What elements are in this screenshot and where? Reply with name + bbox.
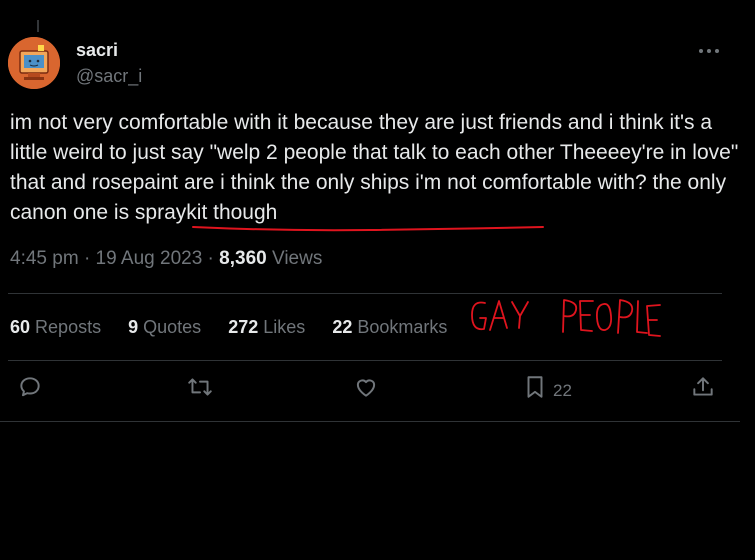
action-bar: 22 xyxy=(0,370,740,410)
likes-stat[interactable]: 272 Likes xyxy=(228,317,305,337)
like-heart-icon[interactable] xyxy=(353,374,379,400)
quotes-count: 9 xyxy=(128,317,139,337)
divider xyxy=(8,293,722,294)
views-label: Views xyxy=(271,248,323,269)
divider xyxy=(0,421,740,422)
reposts-stat[interactable]: 60 Reposts xyxy=(10,317,101,337)
reply-icon[interactable] xyxy=(17,374,43,400)
meta-separator: · xyxy=(83,248,91,269)
tweet-date[interactable]: 19 Aug 2023 xyxy=(96,248,203,269)
likes-label: Likes xyxy=(263,317,306,337)
views-count: 8,360 xyxy=(219,248,267,269)
meta-separator: · xyxy=(207,248,214,269)
author-display-name[interactable]: sacri xyxy=(76,40,118,61)
handwritten-gay-people xyxy=(471,299,661,337)
computer-mascot-icon xyxy=(8,37,60,89)
tweet-time[interactable]: 4:45 pm xyxy=(10,248,79,269)
tweet-text: im not very comfortable with it because … xyxy=(10,108,740,228)
bookmarks-label: Bookmarks xyxy=(357,317,448,337)
bookmarks-stat[interactable]: 22 Bookmarks xyxy=(332,317,447,337)
share-icon[interactable] xyxy=(690,374,716,400)
engagement-stats: 60 Reposts 9 Quotes 272 Likes 22 Bookmar… xyxy=(10,317,469,338)
reposts-count: 60 xyxy=(10,317,31,337)
tweet-metadata: 4:45 pm · 19 Aug 2023 · 8,360 Views xyxy=(10,248,322,270)
thread-connector-line xyxy=(37,20,39,32)
repost-icon[interactable] xyxy=(186,374,214,400)
divider xyxy=(8,360,722,361)
quotes-label: Quotes xyxy=(143,317,202,337)
bookmarks-count: 22 xyxy=(332,317,353,337)
avatar[interactable] xyxy=(8,37,60,89)
bookmark-icon[interactable] xyxy=(524,374,546,400)
reposts-label: Reposts xyxy=(35,317,102,337)
tweet-text-main: im not very comfortable with it because … xyxy=(10,111,739,194)
likes-count: 272 xyxy=(228,317,259,337)
bookmark-action-count: 22 xyxy=(553,381,572,400)
quotes-stat[interactable]: 9 Quotes xyxy=(128,317,201,337)
author-handle[interactable]: @sacr_i xyxy=(76,66,142,87)
more-options-icon[interactable] xyxy=(696,42,722,60)
